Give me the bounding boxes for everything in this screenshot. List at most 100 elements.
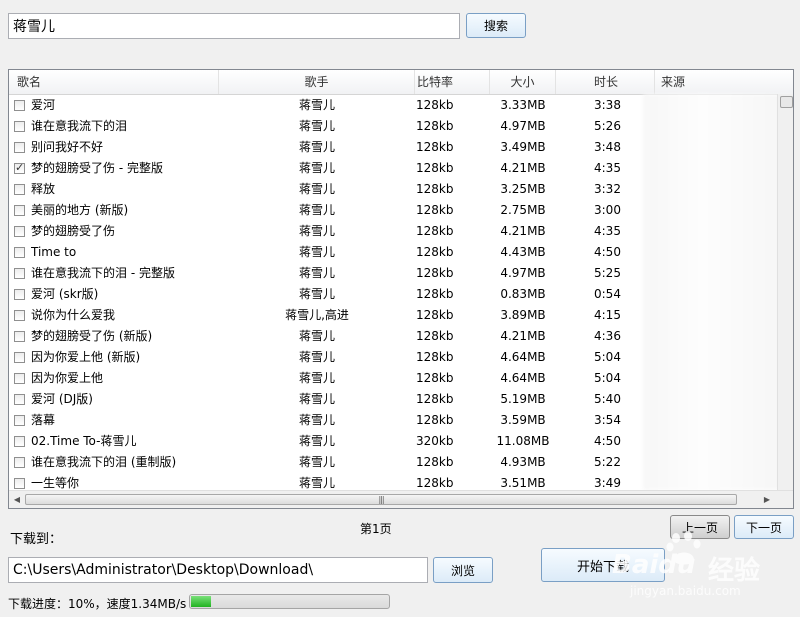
vertical-scrollbar[interactable]: [777, 94, 793, 490]
prev-page-label: 上一页: [681, 520, 718, 535]
download-status-text: 下载进度：10%，速度1.34MB/s: [8, 597, 187, 611]
cell-name: 说你为什么爱我: [31, 308, 116, 322]
cell-bitrate: 128kb: [416, 392, 454, 406]
row-checkbox[interactable]: [14, 331, 25, 342]
cell-name: 谁在意我流下的泪: [31, 119, 128, 133]
cell-duration: 4:35: [594, 224, 621, 238]
table-header: 歌名 歌手 比特率 大小 时长 来源: [9, 70, 793, 95]
cell-name: 爱河: [31, 98, 56, 112]
column-header-bitrate[interactable]: 比特率: [415, 70, 490, 94]
row-checkbox[interactable]: [14, 478, 25, 489]
cell-singer: 蒋雪儿: [298, 224, 335, 238]
cell-name: 02.Time To-蒋雪儿: [31, 434, 137, 448]
scroll-right-arrow-icon[interactable]: ▶: [761, 494, 773, 506]
cell-size: 4.64MB: [500, 371, 546, 385]
cell-singer: 蒋雪儿: [298, 203, 335, 217]
row-checkbox[interactable]: [14, 184, 25, 195]
search-button[interactable]: 搜索: [466, 13, 526, 38]
search-input-value: 蒋雪儿: [13, 19, 55, 35]
cell-duration: 5:22: [594, 455, 621, 469]
cell-size: 5.19MB: [500, 392, 546, 406]
next-page-label: 下一页: [745, 520, 782, 535]
song-table[interactable]: 歌名 歌手 比特率 大小 时长 来源 爱河 蒋雪儿 128kb 3.33MB 3:38 谁…: [8, 69, 794, 509]
row-checkbox[interactable]: [14, 121, 25, 132]
cell-size: 4.21MB: [500, 224, 546, 238]
cell-duration: 3:32: [594, 182, 621, 196]
row-checkbox[interactable]: [14, 268, 25, 279]
cell-size: 2.75MB: [500, 203, 546, 217]
cell-singer: 蒋雪儿: [298, 161, 335, 175]
row-checkbox[interactable]: [14, 310, 25, 321]
watermark-url: jingyan.baidu.com: [630, 584, 741, 598]
cell-duration: 4:35: [594, 161, 621, 175]
cell-duration: 3:38: [594, 98, 621, 112]
row-checkbox[interactable]: [14, 205, 25, 216]
cell-singer: 蒋雪儿,高进: [285, 308, 349, 322]
cell-singer: 蒋雪儿: [298, 434, 335, 448]
cell-bitrate: 128kb: [416, 350, 454, 364]
row-checkbox[interactable]: [14, 457, 25, 468]
cell-duration: 3:00: [594, 203, 621, 217]
cell-bitrate: 128kb: [416, 140, 454, 154]
column-header-source[interactable]: 来源: [655, 70, 793, 94]
cell-bitrate: 128kb: [416, 182, 454, 196]
cell-duration: 0:54: [594, 287, 621, 301]
row-checkbox[interactable]: [14, 247, 25, 258]
search-input[interactable]: 蒋雪儿: [8, 13, 460, 39]
browse-button[interactable]: 浏览: [433, 557, 493, 583]
prev-page-button[interactable]: 上一页: [670, 515, 730, 539]
cell-size: 4.21MB: [500, 329, 546, 343]
download-path-input[interactable]: C:\Users\Administrator\Desktop\Download\: [8, 557, 428, 583]
download-to-label: 下载到：: [10, 532, 63, 547]
row-checkbox[interactable]: [14, 142, 25, 153]
row-checkbox[interactable]: [14, 100, 25, 111]
column-header-size[interactable]: 大小: [490, 70, 556, 94]
horizontal-scroll-thumb[interactable]: |||: [25, 494, 737, 505]
download-progress-fill: [191, 596, 211, 607]
row-checkbox[interactable]: [14, 415, 25, 426]
cell-name: 因为你爱上他: [31, 371, 104, 385]
cell-name: 因为你爱上他 (新版): [31, 350, 141, 364]
cell-singer: 蒋雪儿: [298, 350, 335, 364]
cell-duration: 5:26: [594, 119, 621, 133]
row-checkbox[interactable]: [14, 394, 25, 405]
cell-size: 4.43MB: [500, 245, 546, 259]
cell-bitrate: 128kb: [416, 245, 454, 259]
row-checkbox[interactable]: [14, 373, 25, 384]
cell-singer: 蒋雪儿: [298, 413, 335, 427]
row-checkbox[interactable]: [14, 289, 25, 300]
page-indicator: 第1页: [360, 522, 392, 536]
cell-duration: 4:36: [594, 329, 621, 343]
cell-singer: 蒋雪儿: [298, 119, 335, 133]
row-checkbox[interactable]: [14, 436, 25, 447]
watermark-cn: 经验: [708, 556, 761, 586]
column-header-duration[interactable]: 时长: [556, 70, 655, 94]
cell-name: 美丽的地方 (新版): [31, 203, 129, 217]
cell-bitrate: 128kb: [416, 371, 454, 385]
cell-singer: 蒋雪儿: [298, 371, 335, 385]
row-checkbox[interactable]: [14, 161, 25, 175]
cell-bitrate: 128kb: [416, 161, 454, 175]
start-download-button[interactable]: 开始下载: [541, 548, 665, 582]
vertical-scroll-thumb[interactable]: [780, 96, 793, 108]
scroll-left-arrow-icon[interactable]: ◀: [11, 494, 23, 506]
cell-name: 别问我好不好: [31, 140, 104, 154]
source-column-blurred: [643, 94, 793, 490]
row-checkbox[interactable]: [14, 226, 25, 237]
cell-singer: 蒋雪儿: [298, 245, 335, 259]
row-checkbox[interactable]: [14, 352, 25, 363]
cell-name: 梦的翅膀受了伤 (新版): [31, 329, 153, 343]
column-header-name[interactable]: 歌名: [9, 70, 219, 94]
cell-name: 落幕: [31, 413, 56, 427]
cell-bitrate: 320kb: [416, 434, 454, 448]
cell-singer: 蒋雪儿: [298, 392, 335, 406]
next-page-button[interactable]: 下一页: [734, 515, 794, 539]
cell-size: 3.49MB: [500, 140, 546, 154]
cell-duration: 3:54: [594, 413, 621, 427]
horizontal-scrollbar[interactable]: ◀ ||| ▶: [9, 490, 793, 508]
column-header-singer[interactable]: 歌手: [219, 70, 415, 94]
cell-singer: 蒋雪儿: [298, 98, 335, 112]
cell-bitrate: 128kb: [416, 266, 454, 280]
cell-singer: 蒋雪儿: [298, 455, 335, 469]
cell-size: 3.59MB: [500, 413, 546, 427]
